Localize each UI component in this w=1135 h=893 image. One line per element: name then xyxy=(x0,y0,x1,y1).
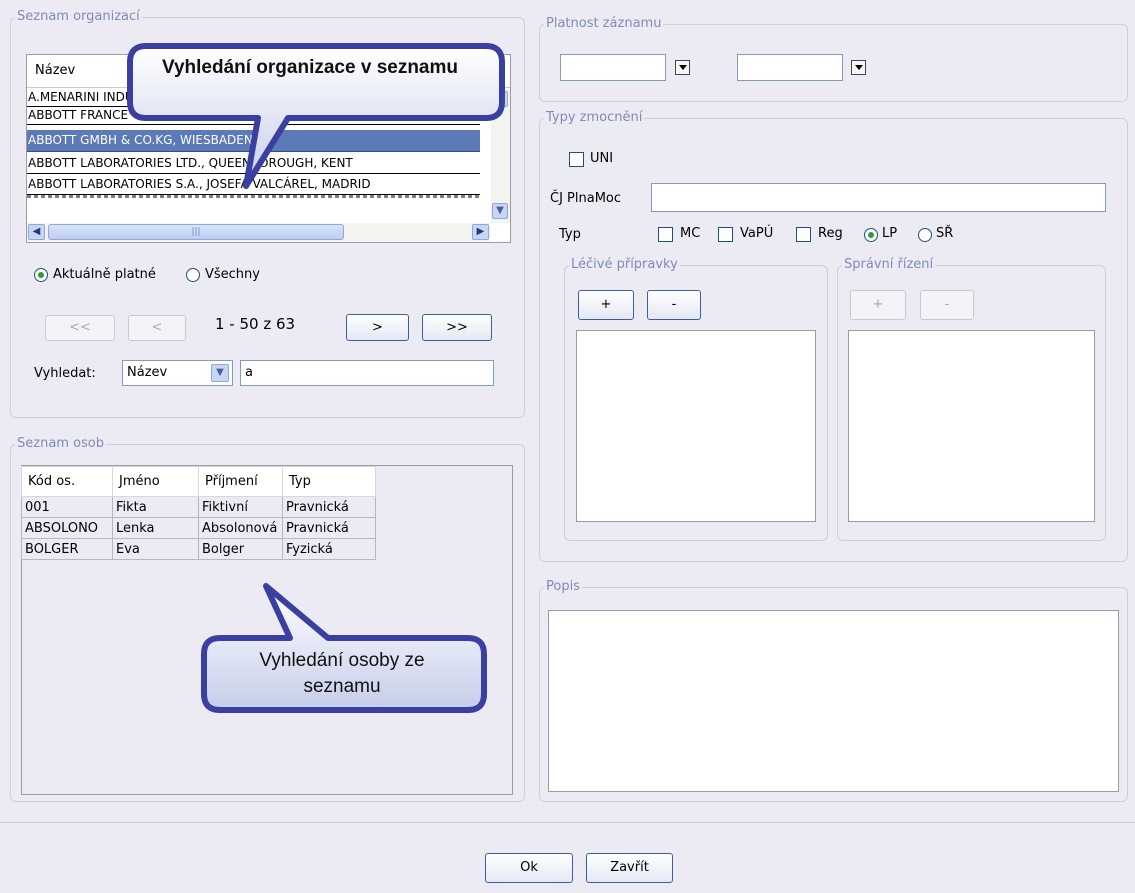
close-button[interactable]: Zavřít xyxy=(586,853,673,883)
uni-checkbox[interactable] xyxy=(569,152,584,167)
organization-row-partial xyxy=(27,195,480,198)
cell-type: Fyzická xyxy=(282,538,376,560)
mandate-types-legend: Typy zmocnění xyxy=(546,110,643,125)
scroll-down-icon[interactable]: ▼ xyxy=(492,203,508,219)
header-first-name[interactable]: Jméno xyxy=(112,466,199,497)
vapu-checkbox[interactable] xyxy=(718,227,733,242)
mc-label: MC xyxy=(680,226,701,241)
pager-last-button[interactable]: >> xyxy=(422,314,492,341)
reg-checkbox[interactable] xyxy=(796,227,811,242)
header-type[interactable]: Typ xyxy=(282,466,376,497)
scroll-right-icon[interactable]: ▶ xyxy=(472,224,489,240)
type-label: Typ xyxy=(559,227,581,242)
filter-current-label: Aktuálně platné xyxy=(53,267,156,282)
scroll-thumb[interactable]: ||| xyxy=(48,224,344,240)
table-row[interactable]: ABSOLONO Lenka Absolonová Pravnická xyxy=(21,517,376,539)
calendar-dropdown-icon[interactable] xyxy=(675,60,690,75)
description-legend: Popis xyxy=(546,579,580,594)
proceedings-remove-button[interactable]: - xyxy=(920,290,974,320)
lp-radio[interactable] xyxy=(864,228,878,242)
proceedings-add-button[interactable]: + xyxy=(850,290,906,320)
uni-label: UNI xyxy=(590,151,614,166)
organization-horizontal-scrollbar[interactable]: ◀ ||| ▶ xyxy=(27,223,491,241)
scroll-left-icon[interactable]: ◀ xyxy=(28,224,45,240)
cell-first-name: Fikta xyxy=(112,496,199,518)
drugs-legend: Léčivé přípravky xyxy=(571,257,678,272)
table-row[interactable]: BOLGER Eva Bolger Fyzická xyxy=(21,538,376,560)
header-last-name[interactable]: Příjmení xyxy=(198,466,283,497)
cell-type: Pravnická xyxy=(282,517,376,539)
lp-label: LP xyxy=(882,226,898,241)
person-list-legend: Seznam osob xyxy=(17,436,105,451)
pager-first-button[interactable]: << xyxy=(45,315,115,341)
cj-label: ČJ PlnaMoc xyxy=(550,191,622,206)
person-callout-text: Vyhledání osoby ze seznamu xyxy=(259,650,425,697)
pager-info: 1 - 50 z 63 xyxy=(215,315,296,333)
ok-button[interactable]: Ok xyxy=(485,853,573,883)
drugs-add-button[interactable]: + xyxy=(578,290,634,320)
cell-last-name: Absolonová xyxy=(198,517,283,539)
cell-code: 001 xyxy=(21,496,113,518)
validity-legend: Platnost záznamu xyxy=(546,16,662,31)
proceedings-list[interactable] xyxy=(848,330,1095,522)
description-textarea[interactable] xyxy=(548,610,1119,792)
filter-all-label: Všechny xyxy=(205,267,260,282)
drugs-list[interactable] xyxy=(576,330,816,522)
reg-label: Reg xyxy=(818,226,843,241)
organization-list-legend: Seznam organizací xyxy=(17,9,140,24)
calendar-dropdown-icon[interactable] xyxy=(851,60,866,75)
cell-last-name: Bolger xyxy=(198,538,283,560)
cell-first-name: Lenka xyxy=(112,517,199,539)
organization-column-header-label: Název xyxy=(35,63,76,78)
search-field-value: Název xyxy=(127,365,168,380)
drugs-remove-button[interactable]: - xyxy=(647,290,701,320)
search-label: Vyhledat: xyxy=(34,366,96,381)
cell-last-name: Fiktivní xyxy=(198,496,283,518)
sr-radio[interactable] xyxy=(918,228,932,242)
person-table: Kód os. Jméno Příjmení Typ 001 Fikta Fik… xyxy=(21,466,376,560)
header-code[interactable]: Kód os. xyxy=(21,466,113,497)
table-row[interactable]: 001 Fikta Fiktivní Pravnická xyxy=(21,496,376,518)
vapu-label: VaPÚ xyxy=(740,226,774,241)
validity-from-input[interactable] xyxy=(560,54,666,81)
organization-callout-text: Vyhledání organizace v seznamu xyxy=(161,57,458,78)
filter-current-radio[interactable] xyxy=(34,268,48,282)
search-field-select[interactable]: Název ▼ xyxy=(122,360,233,386)
sr-label: SŘ xyxy=(936,226,954,241)
chevron-down-icon[interactable]: ▼ xyxy=(211,364,229,382)
search-input[interactable]: a xyxy=(240,360,494,386)
cell-code: BOLGER xyxy=(21,538,113,560)
filter-all-radio[interactable] xyxy=(186,268,200,282)
pager-next-button[interactable]: > xyxy=(346,314,409,341)
cell-type: Pravnická xyxy=(282,496,376,518)
cell-first-name: Eva xyxy=(112,538,199,560)
footer-divider xyxy=(0,822,1135,823)
pager-prev-button[interactable]: < xyxy=(128,315,186,341)
mc-checkbox[interactable] xyxy=(658,227,673,242)
validity-to-input[interactable] xyxy=(737,54,843,81)
proceedings-legend: Správní řízení xyxy=(844,257,934,272)
cell-code: ABSOLONO xyxy=(21,517,113,539)
cj-input[interactable] xyxy=(651,183,1106,212)
person-table-header: Kód os. Jméno Příjmení Typ xyxy=(21,466,376,497)
